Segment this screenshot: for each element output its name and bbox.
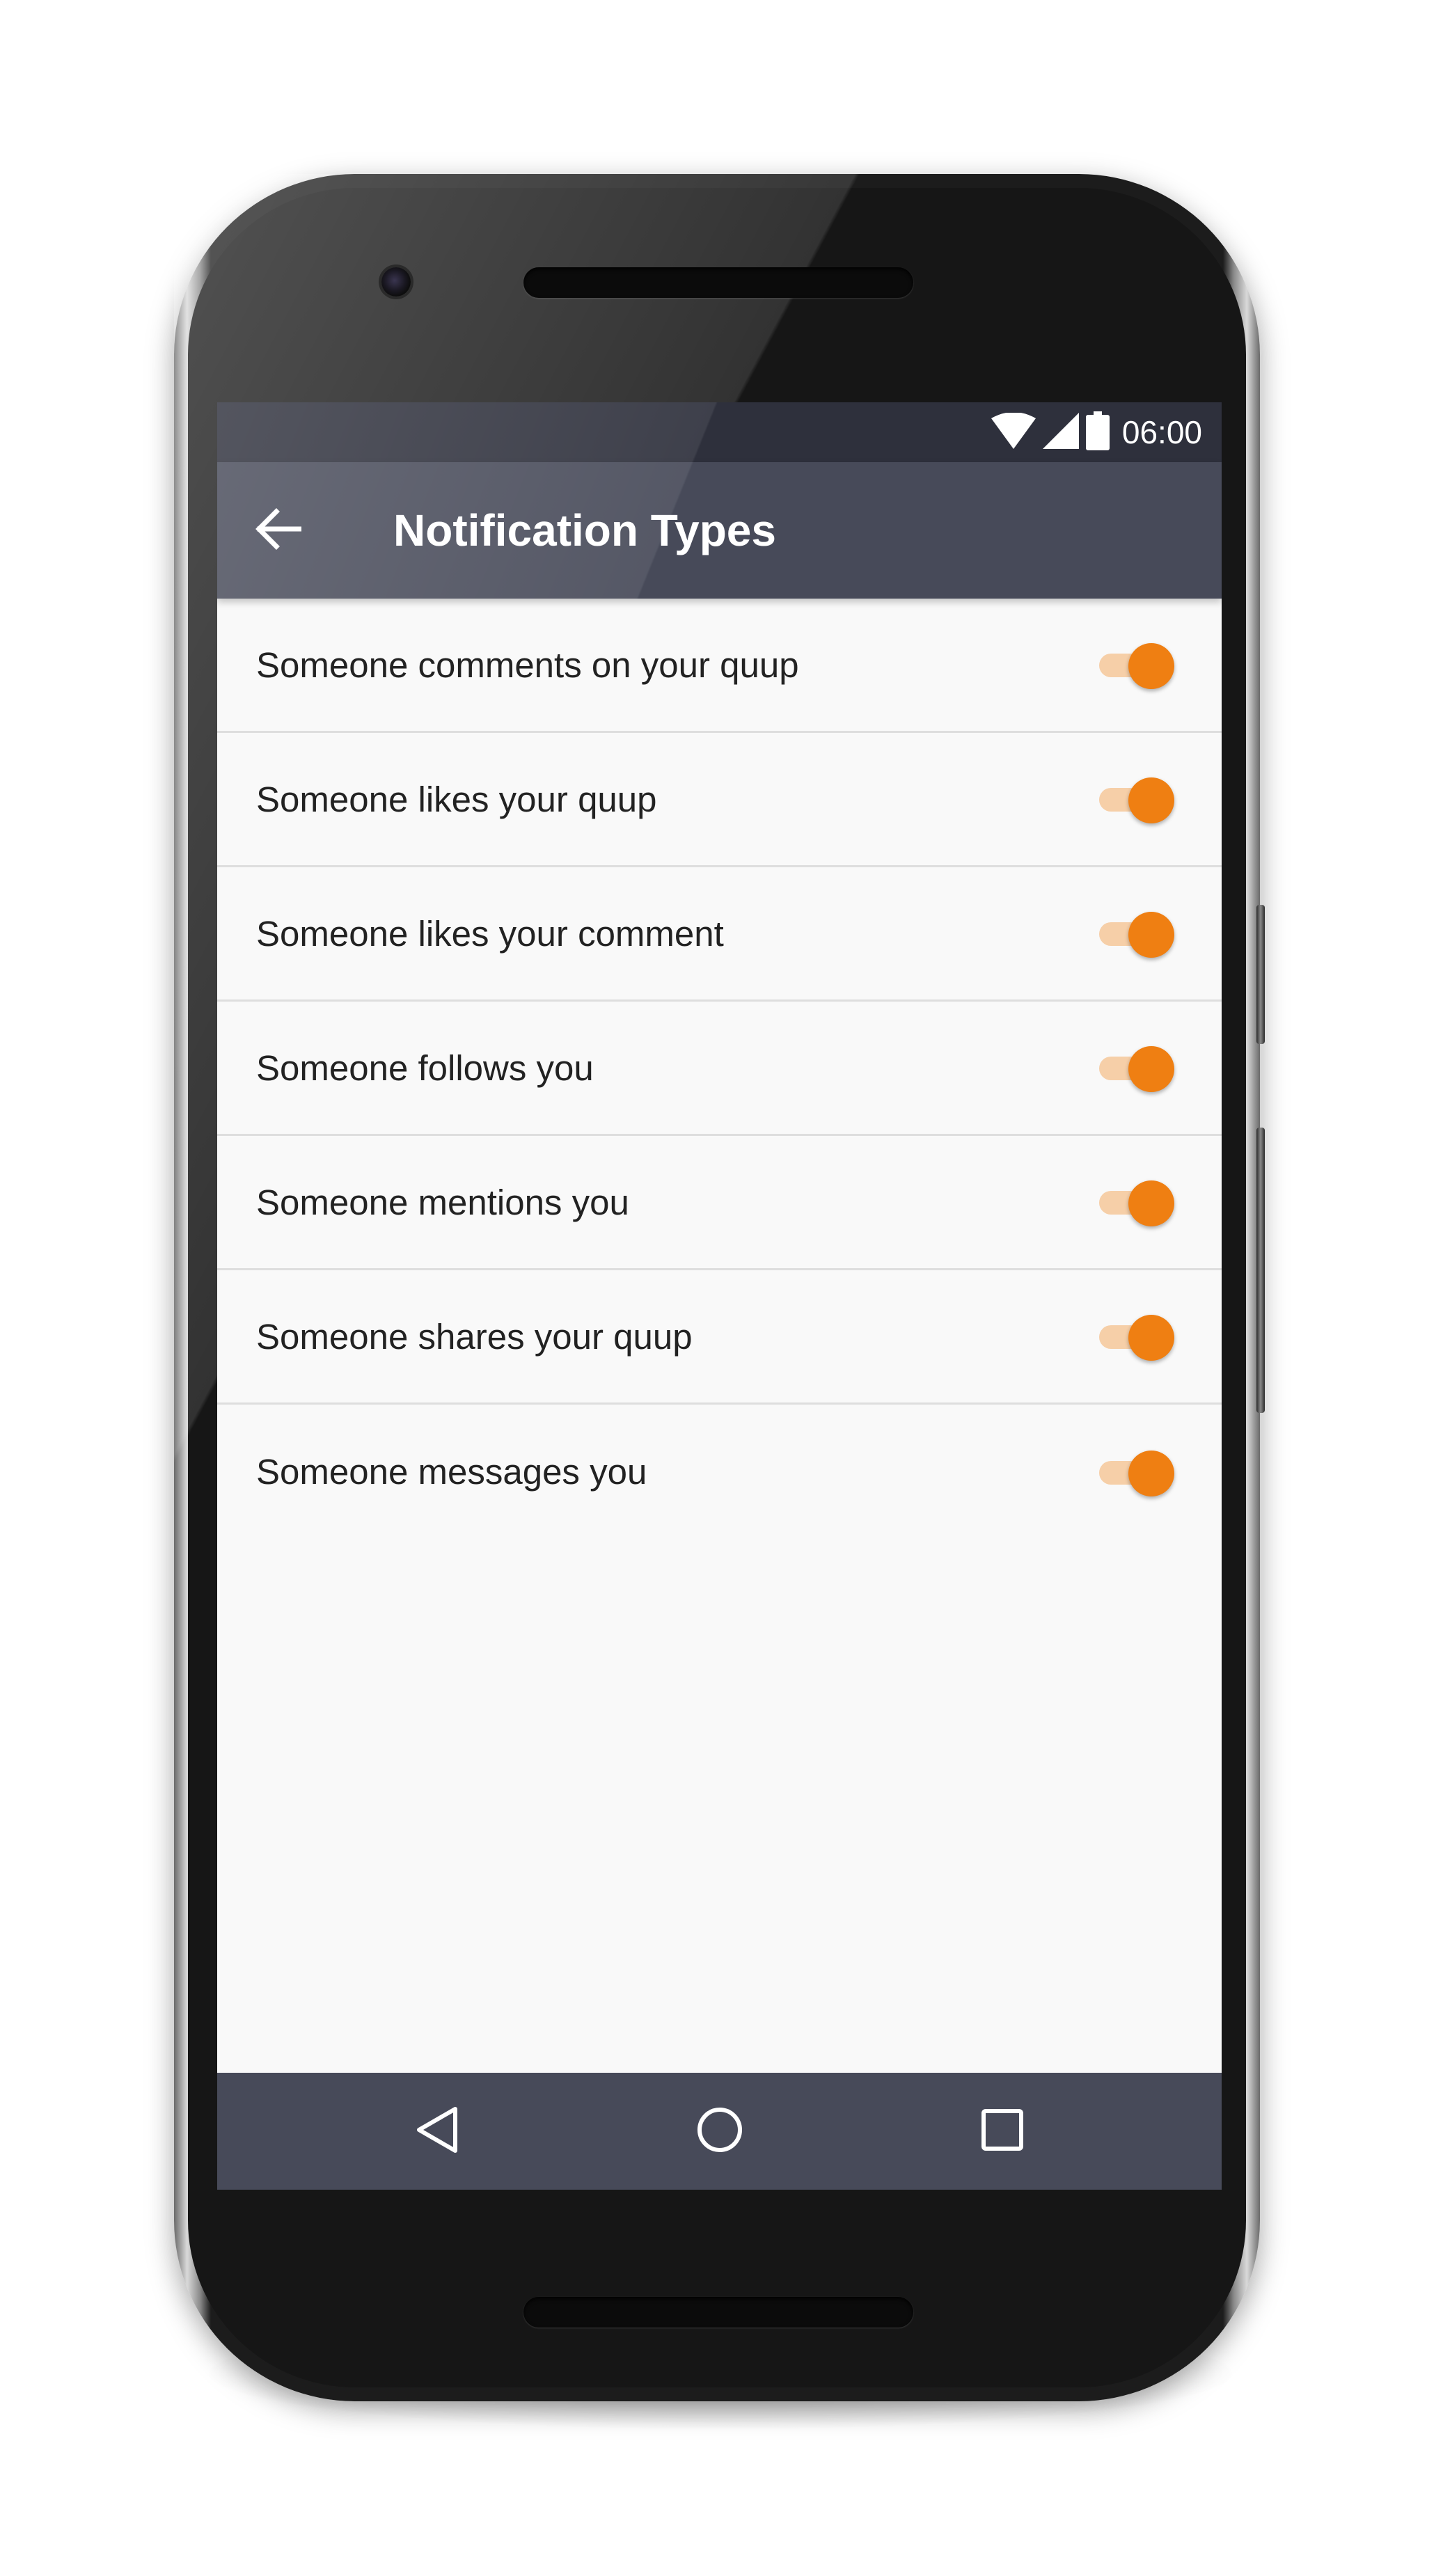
bottom-speaker-grille (523, 2297, 913, 2328)
setting-row-likes-quup[interactable]: Someone likes your quup (217, 733, 1222, 867)
toggle-switch[interactable] (1094, 1310, 1174, 1363)
switch-thumb (1128, 1450, 1174, 1496)
switch-thumb (1128, 1046, 1174, 1092)
switch-thumb (1128, 1180, 1174, 1226)
setting-label: Someone shares your quup (256, 1316, 693, 1357)
power-button (1256, 905, 1265, 1044)
nav-back-button[interactable] (395, 2089, 479, 2173)
setting-row-messages-you[interactable]: Someone messages you (217, 1405, 1222, 1539)
back-button[interactable] (245, 497, 312, 564)
switch-thumb (1128, 777, 1174, 823)
setting-label: Someone mentions you (256, 1182, 629, 1222)
toggle-switch[interactable] (1094, 638, 1174, 691)
switch-thumb (1128, 912, 1174, 958)
setting-row-shares-quup[interactable]: Someone shares your quup (217, 1270, 1222, 1405)
setting-label: Someone comments on your quup (256, 645, 799, 685)
app-bar: Notification Types (217, 462, 1222, 599)
recents-square-icon (981, 2108, 1024, 2154)
toggle-switch[interactable] (1094, 907, 1174, 960)
setting-row-mentions-you[interactable]: Someone mentions you (217, 1136, 1222, 1270)
phone-screen: 06:00 Notification Types Someone comment… (217, 402, 1222, 2190)
device-mockup: 06:00 Notification Types Someone comment… (0, 0, 1443, 2576)
wifi-icon (991, 412, 1036, 452)
switch-thumb (1128, 643, 1174, 689)
back-triangle-icon (415, 2105, 459, 2158)
setting-label: Someone follows you (256, 1048, 594, 1088)
volume-button (1256, 1128, 1265, 1413)
status-icons: 06:00 (991, 411, 1202, 453)
home-circle-icon (695, 2105, 744, 2157)
toggle-switch[interactable] (1094, 1446, 1174, 1499)
front-camera (381, 267, 411, 297)
top-speaker-grille (523, 267, 913, 298)
battery-icon (1085, 411, 1110, 453)
toggle-switch[interactable] (1094, 773, 1174, 825)
setting-row-likes-comment[interactable]: Someone likes your comment (217, 867, 1222, 1002)
page-title: Notification Types (393, 505, 776, 555)
toggle-switch[interactable] (1094, 1041, 1174, 1094)
switch-thumb (1128, 1315, 1174, 1361)
setting-row-comments-on-quup[interactable]: Someone comments on your quup (217, 599, 1222, 733)
status-time: 06:00 (1121, 414, 1202, 450)
nav-home-button[interactable] (678, 2089, 762, 2173)
cell-signal-icon (1042, 413, 1079, 452)
status-bar: 06:00 (217, 402, 1222, 462)
notification-settings-list: Someone comments on your quup Someone li… (217, 599, 1222, 1539)
navigation-bar (217, 2073, 1222, 2190)
nav-recents-button[interactable] (961, 2089, 1044, 2173)
arrow-left-icon (255, 508, 303, 553)
setting-row-follows-you[interactable]: Someone follows you (217, 1002, 1222, 1136)
setting-label: Someone likes your comment (256, 913, 724, 954)
setting-label: Someone likes your quup (256, 779, 657, 819)
toggle-switch[interactable] (1094, 1176, 1174, 1228)
setting-label: Someone messages you (256, 1452, 647, 1492)
